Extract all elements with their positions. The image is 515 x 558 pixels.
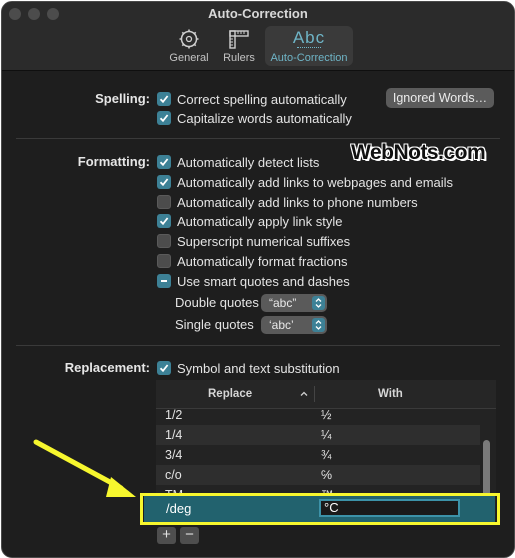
yellow-arrow-icon <box>33 439 136 497</box>
